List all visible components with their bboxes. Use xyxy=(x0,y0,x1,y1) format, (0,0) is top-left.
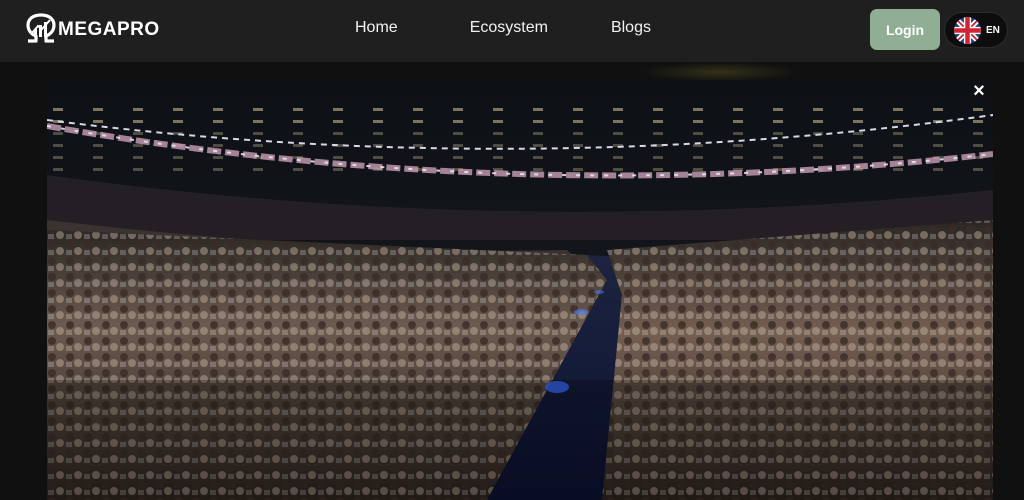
concert-crowd-video[interactable] xyxy=(47,80,993,500)
omega-logo-icon xyxy=(26,13,56,43)
uk-flag-icon xyxy=(954,16,981,44)
brand-logo[interactable]: MEGAPRO xyxy=(24,13,160,47)
backdrop-glow xyxy=(640,62,800,82)
nav-link-blogs[interactable]: Blogs xyxy=(611,19,651,37)
navbar: MEGAPRO Home Ecosystem Blogs Login EN xyxy=(0,0,1024,62)
nav-link-ecosystem[interactable]: Ecosystem xyxy=(470,19,548,37)
logo-text: MEGAPRO xyxy=(58,19,160,40)
video-modal[interactable] xyxy=(47,80,993,500)
close-modal-button[interactable]: × xyxy=(967,80,991,102)
language-selector[interactable]: EN xyxy=(944,12,1008,48)
main-nav: Home Ecosystem Blogs xyxy=(355,19,651,37)
language-code: EN xyxy=(986,24,1000,36)
login-button[interactable]: Login xyxy=(870,9,940,50)
nav-link-home[interactable]: Home xyxy=(355,19,398,37)
